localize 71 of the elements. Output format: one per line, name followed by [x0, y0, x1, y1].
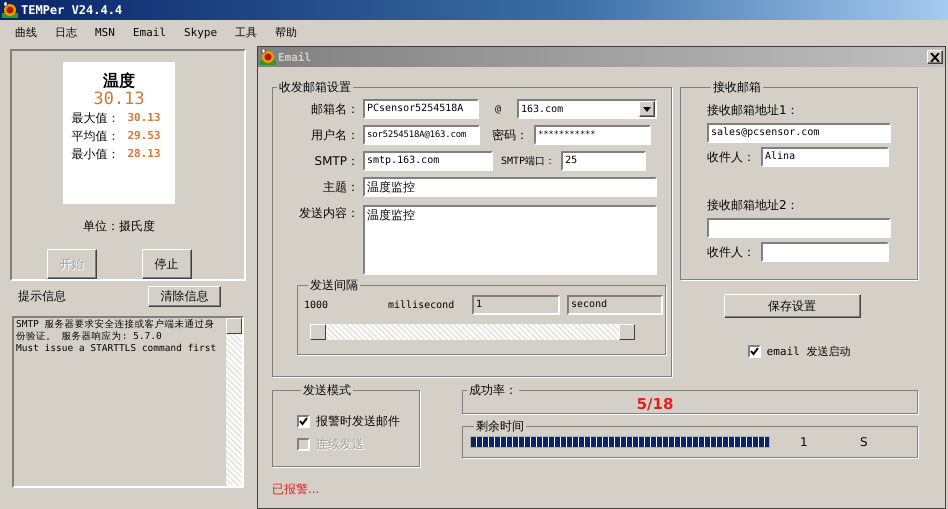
clear-button[interactable]: 清除信息: [148, 286, 221, 307]
input-field[interactable]: [707, 218, 891, 238]
scrollbar[interactable]: [226, 318, 242, 486]
window-title: TEMPer V24.4.4: [21, 3, 122, 17]
password-field[interactable]: ***********: [534, 125, 651, 145]
input-field[interactable]: second: [567, 295, 663, 315]
log-line: Must issue a STARTTLS command first: [16, 343, 218, 355]
remaining-value: 1: [800, 435, 809, 449]
stat-value: 30.13: [127, 110, 161, 126]
field-label: SMTP端口：: [500, 154, 556, 168]
menu-item[interactable]: Email: [126, 24, 173, 40]
menu-item[interactable]: 曲线: [8, 22, 44, 42]
input-field[interactable]: Alina: [761, 147, 889, 167]
interval-scrollbar[interactable]: [310, 324, 635, 340]
group-title: 接收邮箱: [712, 79, 762, 96]
field-label: 邮箱名：: [310, 100, 360, 118]
domain-dropdown[interactable]: 163.com: [517, 99, 657, 119]
field-label: 收件人：: [707, 244, 755, 260]
dialog-title: Email: [278, 50, 312, 64]
status-text: 已报警...: [272, 481, 320, 498]
input-field[interactable]: 1: [472, 295, 560, 315]
group-title: 剩余时间: [475, 418, 525, 435]
menu-item[interactable]: Skype: [177, 24, 224, 40]
log-line: SMTP 服务器要求安全连接或客户端未通过身份验证。 服务器响应为: 5.7.0: [16, 319, 216, 343]
input-field[interactable]: 温度监控: [363, 177, 657, 197]
checkbox-label: email 发送启动: [766, 344, 850, 359]
menu-item[interactable]: 帮助: [268, 22, 304, 42]
menu-item[interactable]: 工具: [228, 22, 264, 42]
save-button[interactable]: 保存设置: [724, 294, 860, 318]
field-label: 密码：: [491, 126, 529, 144]
checkbox-label: 报警时发送邮件: [316, 413, 400, 430]
field-label: SMTP：: [313, 152, 360, 170]
field-label: 接收邮箱地址2：: [707, 197, 800, 213]
stat-label: 最大值：: [71, 110, 120, 127]
stat-label: 最小值：: [71, 146, 120, 163]
input-field[interactable]: sor5254518A@163.com: [363, 125, 480, 145]
stat-value: 29.53: [127, 128, 161, 144]
field-label: 主题：: [322, 178, 360, 196]
group-title: 成功率：: [468, 382, 518, 399]
field-label: 发送内容：: [298, 205, 360, 221]
interval-value: 1000: [304, 300, 330, 310]
input-field[interactable]: sales@pcsensor.com: [707, 123, 891, 143]
field-label: 接收邮箱地址1：: [707, 102, 800, 118]
reading-value: 30.13: [93, 90, 145, 109]
at-sign: @: [494, 104, 502, 114]
menu-item[interactable]: 日志: [48, 22, 84, 42]
app-logo-icon: [260, 49, 276, 65]
message-body-field[interactable]: 温度监控: [363, 205, 657, 275]
input-field[interactable]: [761, 242, 889, 262]
input-field[interactable]: 25: [561, 151, 646, 171]
remaining-unit: S: [860, 435, 868, 449]
success-rate: 5/18: [636, 395, 674, 413]
stat-value: 28.13: [127, 146, 161, 162]
stat-label: 平均值：: [71, 128, 120, 145]
app-logo-icon: [2, 2, 18, 18]
field-label: 用户名：: [310, 126, 360, 144]
input-field[interactable]: smtp.163.com: [363, 151, 493, 171]
menu-item[interactable]: MSN: [88, 24, 122, 40]
close-button[interactable]: [927, 50, 943, 64]
group-title: 收发邮箱设置: [278, 79, 352, 96]
checkbox[interactable]: [748, 345, 761, 358]
reading-title: 温度: [103, 72, 135, 90]
interval-unit: millisecond: [388, 300, 456, 310]
stop-button[interactable]: 停止: [142, 249, 192, 279]
messages-label: 提示信息: [18, 288, 66, 305]
checkbox[interactable]: [297, 415, 310, 428]
input-field[interactable]: PCsensor5254518A: [363, 99, 479, 119]
unit-label: 单位：摄氏度: [83, 218, 155, 235]
group-title: 发送模式: [302, 382, 352, 399]
group-title: 发送间隔: [309, 277, 359, 294]
field-label: 收件人：: [707, 148, 755, 166]
